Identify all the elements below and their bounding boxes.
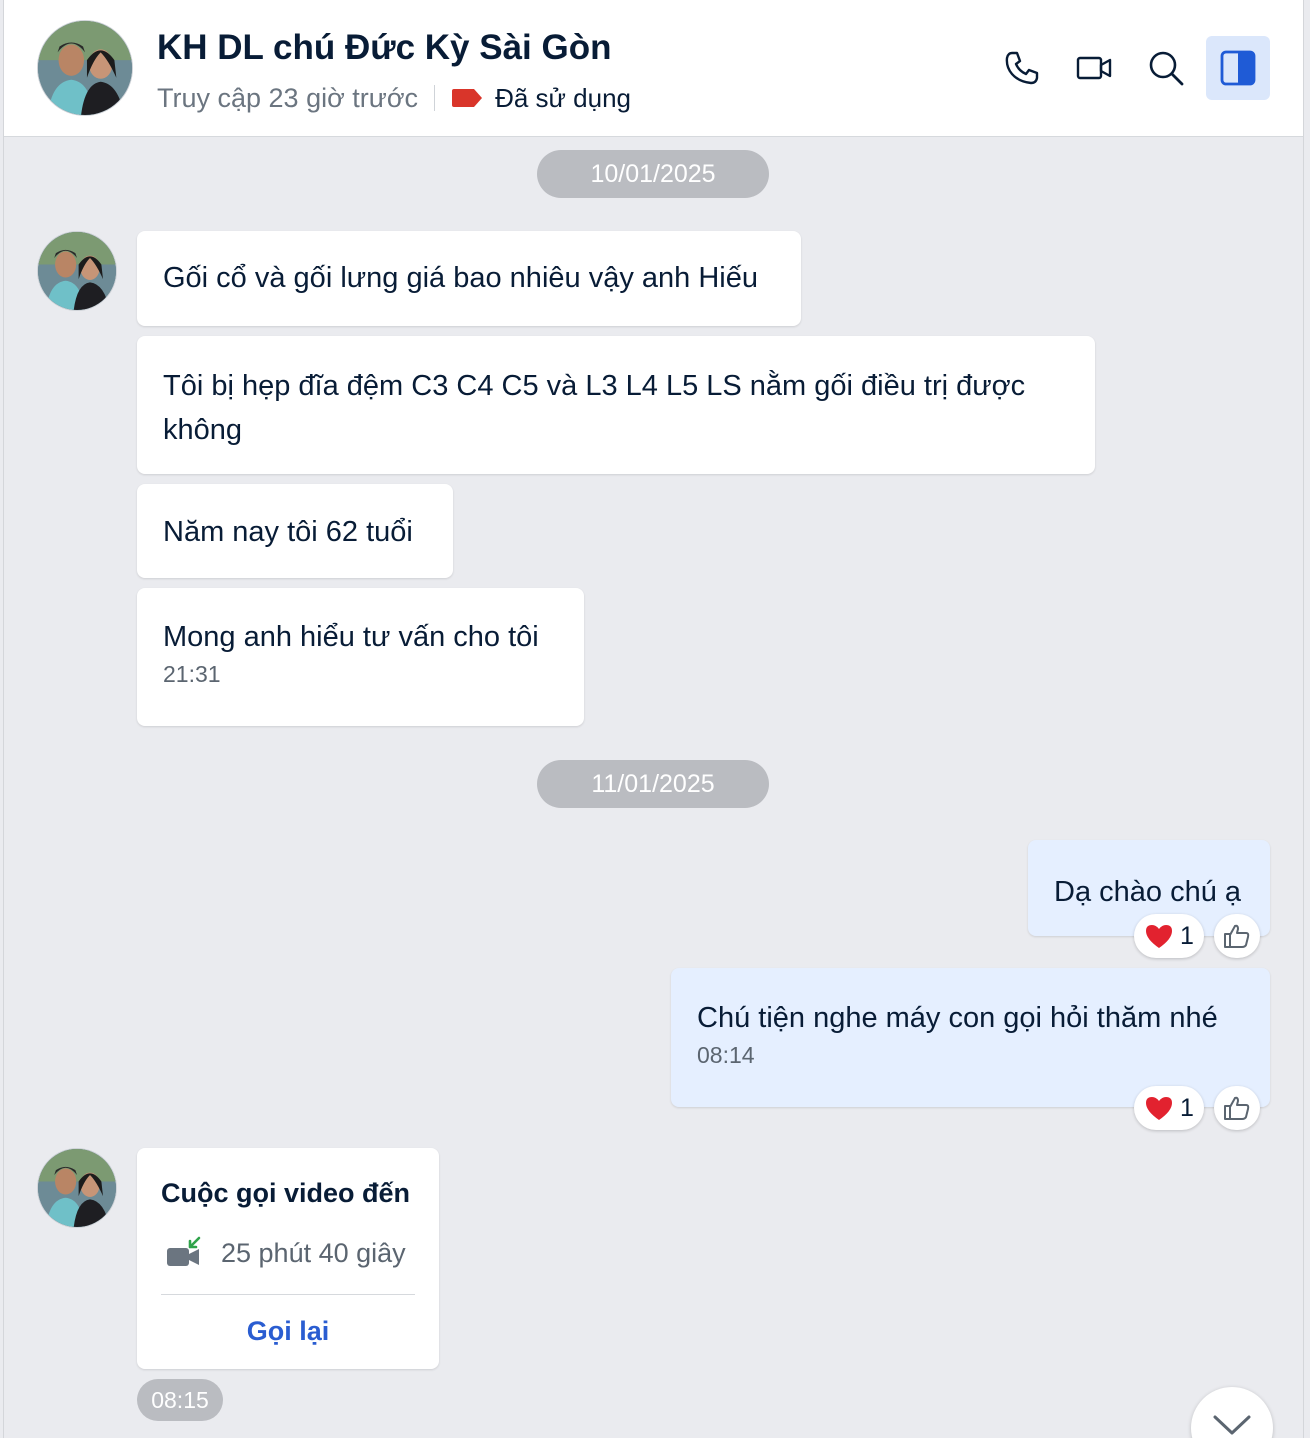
divider: [161, 1294, 415, 1295]
heart-icon: [1146, 1097, 1173, 1120]
video-camera-icon: [1076, 56, 1112, 80]
video-call-card: Cuộc gọi video đến 25 phút 40 giây Gọi l…: [137, 1148, 439, 1369]
call-duration: 25 phút 40 giây: [221, 1237, 406, 1268]
label-tag-icon[interactable]: [451, 87, 483, 109]
message-text: Tôi bị hẹp đĩa đệm C3 C4 C5 và L3 L4 L5 …: [163, 370, 1026, 402]
call-back-button[interactable]: Gọi lại: [137, 1316, 439, 1347]
reaction-summary[interactable]: 1: [1134, 914, 1204, 958]
avatar-photo: [38, 1149, 116, 1227]
chat-subtitle: Truy cập 23 giờ trước Đã sử dụng: [157, 80, 631, 116]
reaction-summary[interactable]: 1: [1134, 1086, 1204, 1130]
message-text: Gối cổ và gối lưng giá bao nhiêu vậy anh…: [163, 262, 758, 294]
date-separator: 10/01/2025: [537, 150, 769, 198]
message-time: 08:14: [697, 1042, 755, 1068]
reaction-count: 1: [1180, 921, 1194, 950]
search-button[interactable]: [1134, 36, 1198, 100]
avatar-photo: [38, 21, 132, 115]
avatar-photo: [38, 232, 116, 310]
add-reaction-button[interactable]: [1214, 914, 1260, 958]
incoming-video-call-icon: [167, 1236, 201, 1266]
sender-avatar[interactable]: [37, 231, 117, 311]
message-text: Năm nay tôi 62 tuổi: [163, 516, 413, 548]
label-tag-text[interactable]: Đã sử dụng: [495, 83, 631, 114]
message-bubble[interactable]: Gối cổ và gối lưng giá bao nhiêu vậy anh…: [137, 231, 801, 326]
scroll-to-bottom-button[interactable]: [1191, 1387, 1273, 1438]
message-time: 21:31: [163, 661, 221, 687]
thumbs-up-icon: [1224, 1096, 1250, 1120]
message-bubble[interactable]: Năm nay tôi 62 tuổi: [137, 484, 453, 578]
message-text: không: [163, 414, 243, 446]
message-text: Dạ chào chú ạ: [1054, 876, 1242, 908]
sidebar-toggle-icon: [1220, 50, 1256, 86]
divider: [434, 85, 436, 111]
conversation-info-button[interactable]: [1206, 36, 1270, 100]
call-title: Cuộc gọi video đến: [161, 1178, 411, 1208]
chevron-down-icon: [1213, 1415, 1251, 1435]
reaction-count: 1: [1180, 1093, 1194, 1122]
message-text: Chú tiện nghe máy con gọi hỏi thăm nhé: [697, 1002, 1218, 1034]
contact-avatar[interactable]: [37, 20, 133, 116]
call-info: 25 phút 40 giây: [165, 1236, 406, 1270]
search-icon: [1149, 51, 1184, 86]
chat-header: KH DL chú Đức Kỳ Sài Gòn Truy cập 23 giờ…: [4, 0, 1303, 137]
heart-icon: [1146, 925, 1173, 948]
phone-icon: [1005, 51, 1039, 85]
date-separator: 11/01/2025: [537, 760, 769, 808]
add-reaction-button[interactable]: [1214, 1086, 1260, 1130]
voice-call-button[interactable]: [990, 36, 1054, 100]
chat-title: KH DL chú Đức Kỳ Sài Gòn: [157, 28, 612, 67]
message-bubble[interactable]: Mong anh hiểu tư vấn cho tôi 21:31: [137, 588, 584, 726]
message-text: Mong anh hiểu tư vấn cho tôi: [163, 621, 539, 653]
chat-window: KH DL chú Đức Kỳ Sài Gòn Truy cập 23 giờ…: [3, 0, 1304, 1438]
sender-avatar[interactable]: [37, 1148, 117, 1228]
video-call-button[interactable]: [1062, 36, 1126, 100]
message-bubble[interactable]: Tôi bị hẹp đĩa đệm C3 C4 C5 và L3 L4 L5 …: [137, 336, 1095, 474]
message-time: 08:15: [137, 1379, 223, 1421]
thumbs-up-icon: [1224, 924, 1250, 948]
last-seen-status: Truy cập 23 giờ trước: [157, 82, 419, 113]
